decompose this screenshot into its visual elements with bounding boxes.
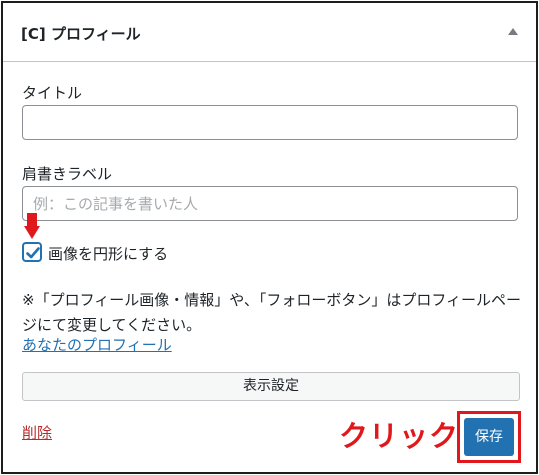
widget-header[interactable]: [C] プロフィール: [3, 3, 536, 62]
round-image-checkbox[interactable]: [23, 243, 41, 261]
display-settings-button[interactable]: 表示設定: [22, 372, 520, 401]
checkmark-icon: [26, 247, 40, 259]
caption-field-label: 肩書きラベル: [22, 165, 113, 183]
collapse-triangle-icon[interactable]: [508, 28, 518, 35]
title-input[interactable]: [22, 105, 518, 140]
round-image-label[interactable]: 画像を円形にする: [48, 243, 168, 264]
red-arrow-down-icon: [24, 213, 40, 239]
title-field-label: タイトル: [22, 84, 83, 102]
widget-title: [C] プロフィール: [21, 25, 141, 43]
click-annotation-text: クリック: [339, 419, 460, 453]
caption-input[interactable]: [22, 186, 518, 221]
your-profile-link[interactable]: あなたのプロフィール: [22, 334, 172, 355]
profile-note: ※「プロフィール画像・情報」や、「フォローボタン」はプロフィールページにて変更し…: [22, 291, 522, 334]
delete-link[interactable]: 削除: [22, 422, 52, 443]
save-button[interactable]: 保存: [464, 418, 514, 456]
widget-panel: [C] プロフィール タイトル 肩書きラベル 画像を円形にする ※「プロフィール…: [1, 1, 538, 474]
